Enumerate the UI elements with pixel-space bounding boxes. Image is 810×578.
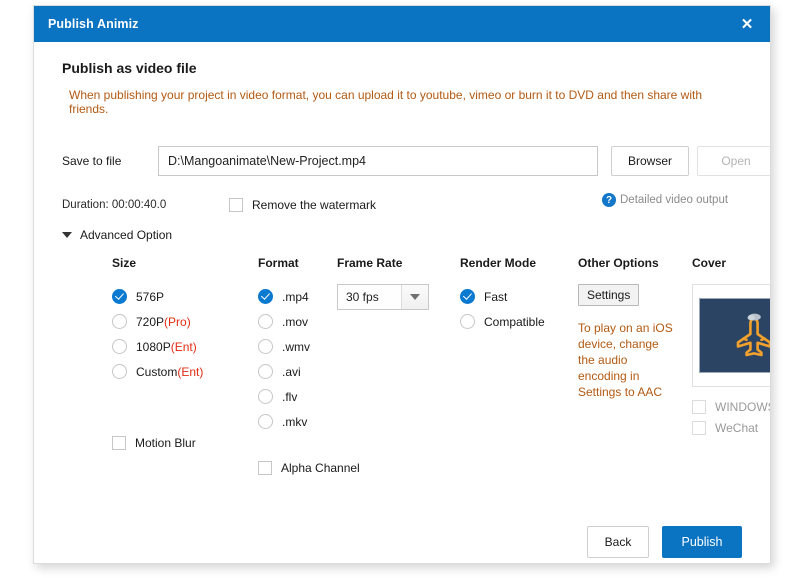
page-title: Publish as video file (62, 60, 197, 76)
checkbox-icon (258, 460, 272, 475)
radio-icon (112, 339, 127, 354)
checkbox-icon (229, 197, 243, 212)
publish-dialog: Publish Animiz ✕ Publish as video file W… (33, 5, 771, 564)
remove-watermark-checkbox[interactable]: Remove the watermark (229, 192, 376, 217)
radio-icon (112, 364, 127, 379)
format-option-label: .flv (282, 389, 298, 404)
advanced-option-label: Advanced Option (80, 228, 173, 242)
size-option-label: 576P (136, 289, 165, 304)
size-option-576p[interactable]: 576P (112, 284, 203, 309)
dialog-titlebar: Publish Animiz ✕ (34, 6, 770, 42)
format-option-mov[interactable]: .mov (258, 309, 360, 334)
format-option-mkv[interactable]: .mkv (258, 409, 360, 434)
render-mode-option-compatible[interactable]: Compatible (460, 309, 545, 334)
radio-icon (460, 314, 475, 329)
save-to-file-row: Save to file Browser Open (62, 146, 770, 176)
cover-preview-box[interactable] (692, 284, 770, 387)
radio-icon (258, 289, 273, 304)
checkbox-icon (692, 399, 706, 414)
size-option-label: 1080P (136, 339, 171, 354)
size-column: Size 576P 720P(Pro) 1080P(Ent) Custom(En… (112, 256, 203, 455)
format-option-label: .mp4 (282, 289, 309, 304)
format-option-wmv[interactable]: .wmv (258, 334, 360, 359)
render-mode-option-label: Fast (484, 289, 508, 304)
chevron-down-icon (62, 232, 72, 238)
other-options-column: Other Options Settings To play on an iOS… (578, 256, 678, 400)
advanced-option-toggle[interactable]: Advanced Option (62, 228, 222, 242)
other-options-column-title: Other Options (578, 256, 659, 270)
radio-icon (460, 289, 475, 304)
help-icon: ? (602, 193, 616, 207)
alpha-channel-checkbox[interactable]: Alpha Channel (258, 455, 360, 480)
save-to-file-label: Save to file (62, 154, 122, 168)
cover-check-label: WeChat (715, 420, 759, 435)
checkbox-icon (692, 420, 706, 435)
radio-icon (258, 314, 273, 329)
render-mode-column-title: Render Mode (460, 256, 537, 270)
checkbox-icon (112, 435, 126, 450)
size-option-label: Custom (136, 364, 178, 379)
frame-rate-column: Frame Rate 30 fps (337, 256, 429, 310)
remove-watermark-label: Remove the watermark (252, 197, 377, 212)
dialog-body: Publish as video file When publishing yo… (34, 60, 770, 563)
size-column-title: Size (112, 256, 137, 270)
format-option-label: .wmv (282, 339, 310, 354)
back-button[interactable]: Back (587, 526, 649, 558)
size-option-tag: (Ent) (170, 339, 197, 354)
format-option-label: .mov (282, 314, 309, 329)
cover-check-label: WINDOWS (715, 399, 771, 414)
cover-export-targets: WINDOWS WeChat (692, 396, 771, 438)
render-mode-option-fast[interactable]: Fast (460, 284, 545, 309)
ios-note: To play on an iOS device, change the aud… (578, 321, 673, 399)
airplane-icon (736, 313, 770, 356)
settings-button[interactable]: Settings (578, 284, 640, 306)
size-option-720p[interactable]: 720P(Pro) (112, 309, 203, 334)
dialog-footer: Back Publish (587, 526, 742, 558)
duration-text: Duration: 00:00:40.0 (62, 198, 167, 211)
cover-thumbnail[interactable] (699, 298, 770, 373)
cover-column-title: Cover (692, 256, 727, 270)
cover-column: Cover WINDOWS WeChat (692, 256, 771, 438)
chevron-down-icon (401, 285, 428, 309)
size-option-tag: (Pro) (164, 314, 191, 329)
format-option-label: .mkv (282, 414, 308, 429)
radio-icon (112, 314, 127, 329)
publish-button[interactable]: Publish (662, 526, 742, 558)
size-option-custom[interactable]: Custom(Ent) (112, 359, 203, 384)
detailed-video-output-label: Detailed video output (620, 194, 729, 206)
size-option-label: 720P (136, 314, 165, 329)
dialog-title: Publish Animiz (48, 17, 139, 31)
close-icon[interactable]: ✕ (724, 6, 770, 42)
format-option-flv[interactable]: .flv (258, 384, 360, 409)
page-subtitle: When publishing your project in video fo… (69, 88, 703, 116)
alpha-channel-label: Alpha Channel (281, 460, 360, 475)
open-button[interactable]: Open (697, 146, 770, 176)
radio-icon (258, 339, 273, 354)
radio-icon (258, 364, 273, 379)
duration-row: Duration: 00:00:40.0 Remove the watermar… (62, 192, 742, 217)
frame-rate-column-title: Frame Rate (337, 256, 403, 270)
format-option-label: .avi (282, 364, 301, 379)
frame-rate-value: 30 fps (346, 290, 379, 304)
cover-check-wechat[interactable]: WeChat (692, 417, 770, 438)
output-path-input[interactable] (158, 146, 598, 176)
motion-blur-checkbox[interactable]: Motion Blur (112, 430, 203, 455)
options-grid: Size 576P 720P(Pro) 1080P(Ent) Custom(En… (62, 256, 770, 475)
radio-icon (258, 389, 273, 404)
render-mode-column: Render Mode Fast Compatible (460, 256, 545, 334)
render-mode-option-label: Compatible (484, 314, 545, 329)
cover-check-windows[interactable]: WINDOWS (692, 396, 771, 417)
size-option-tag: (Ent) (177, 364, 204, 379)
radio-icon (112, 289, 127, 304)
browser-button[interactable]: Browser (611, 146, 689, 176)
frame-rate-select[interactable]: 30 fps (337, 284, 429, 310)
format-option-avi[interactable]: .avi (258, 359, 360, 384)
radio-icon (258, 414, 273, 429)
motion-blur-label: Motion Blur (135, 435, 196, 450)
size-option-1080p[interactable]: 1080P(Ent) (112, 334, 203, 359)
detailed-video-output-link[interactable]: ? Detailed video output (602, 193, 728, 207)
